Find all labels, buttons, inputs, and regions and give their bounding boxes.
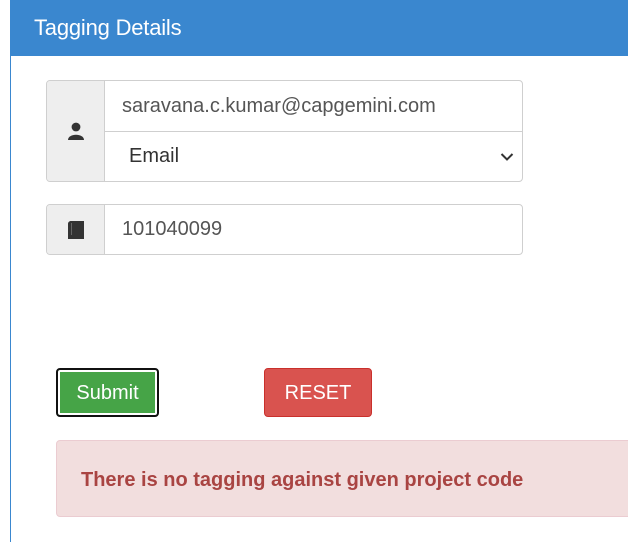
email-input[interactable]: [105, 81, 522, 131]
user-icon: [67, 122, 84, 140]
user-input-group: Email: [46, 80, 523, 182]
submit-button[interactable]: Submit: [56, 368, 159, 417]
book-icon: [67, 220, 84, 239]
panel-title: Tagging Details: [34, 15, 182, 40]
tagging-page: Tagging Details Email Submit: [0, 0, 628, 542]
project-code-input[interactable]: [105, 205, 522, 254]
identifier-type-value: Email: [129, 145, 180, 167]
reset-button[interactable]: RESET: [264, 368, 372, 417]
panel-header: Tagging Details: [11, 0, 628, 56]
project-addon: [47, 205, 105, 254]
alert-message: There is no tagging against given projec…: [81, 469, 524, 491]
identifier-type-select[interactable]: Email: [105, 132, 522, 181]
user-addon: [47, 81, 105, 181]
project-code-input-group: [46, 204, 523, 255]
chevron-down-icon: [500, 153, 514, 161]
error-alert: There is no tagging against given projec…: [56, 440, 628, 517]
